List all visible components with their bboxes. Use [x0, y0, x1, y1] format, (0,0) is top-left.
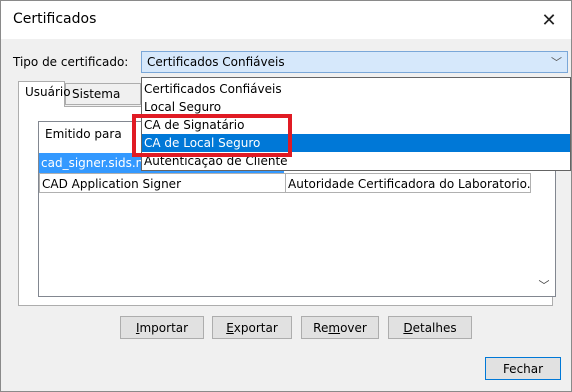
table-row[interactable]: CAD Application Signer Autoridade Certif…: [39, 173, 555, 193]
details-button[interactable]: Detalhes: [388, 316, 472, 339]
table-cell-issued-to: CAD Application Signer: [39, 173, 286, 193]
tab-usuario-label: Usuário: [25, 85, 71, 99]
certificates-dialog: Certificados ✕ Tipo de certificado: Cert…: [0, 0, 572, 392]
details-mnemonic: D: [403, 321, 413, 335]
cert-type-value: Certificados Confiáveis: [147, 55, 285, 69]
remove-button[interactable]: Remover: [301, 316, 379, 339]
scroll-down-icon[interactable]: ﹀: [537, 278, 551, 292]
dropdown-option[interactable]: Certificados Confiáveis: [142, 80, 570, 98]
title-bar: Certificados ✕: [1, 1, 571, 39]
remove-label-pre: Re: [313, 321, 329, 335]
column-header-label: Emitido para: [45, 127, 122, 141]
cert-type-select[interactable]: Certificados Confiáveis ﹀: [141, 51, 568, 73]
export-mnemonic: E: [226, 321, 234, 335]
import-label: mportar: [139, 321, 189, 335]
annotation-highlight-box: [132, 114, 292, 157]
window-title: Certificados: [13, 11, 97, 27]
chevron-down-icon: ﹀: [551, 56, 562, 69]
tab-sistema[interactable]: Sistema: [65, 83, 141, 105]
tab-usuario[interactable]: Usuário: [18, 81, 71, 107]
close-button[interactable]: Fechar: [485, 357, 561, 380]
tab-sistema-label: Sistema: [72, 87, 121, 101]
remove-label: over: [340, 321, 367, 335]
cert-type-label: Tipo de certificado:: [13, 55, 129, 69]
import-button[interactable]: Importar: [120, 316, 204, 339]
export-button[interactable]: Exportar: [212, 316, 292, 339]
details-label: etalhes: [412, 321, 457, 335]
table-cell-issued-by: Autoridade Certificadora do Laboratorio.…: [285, 173, 531, 193]
export-label: xportar: [233, 321, 278, 335]
remove-mnemonic: m: [328, 321, 341, 335]
close-icon[interactable]: ✕: [527, 1, 571, 39]
